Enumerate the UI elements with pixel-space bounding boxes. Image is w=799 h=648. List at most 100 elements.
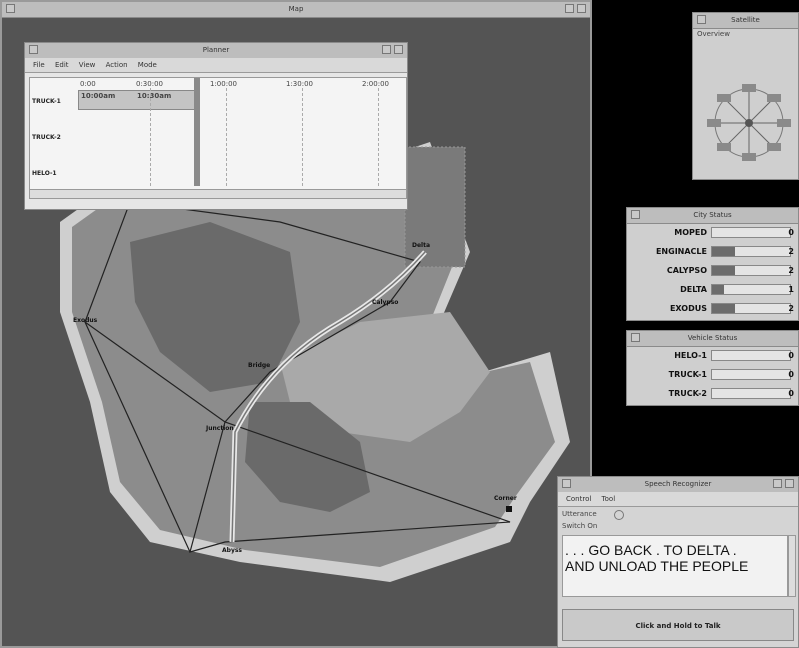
switch-label: Switch On [562, 522, 598, 530]
vehicle-status-name: TRUCK-1 [668, 370, 707, 379]
city-status-bar [711, 303, 791, 314]
city-status-row: EXODUS 2 [627, 300, 798, 318]
menu-mode[interactable]: Mode [138, 61, 157, 69]
satellite-title: Satellite [731, 16, 760, 24]
planner-maximize-button[interactable] [394, 45, 403, 54]
timeline-scrollbar[interactable] [30, 189, 406, 198]
task-block-end: 10:30am [137, 92, 172, 100]
vehicle-status-row: TRUCK-2 0 [627, 385, 798, 403]
speech-minimize-button[interactable] [773, 479, 782, 488]
planner-menu-button[interactable] [29, 45, 38, 54]
city-status-bar-fill [712, 266, 736, 275]
time-tick-0: 0:00 [80, 80, 96, 88]
map-label-corner[interactable]: Corner [494, 495, 517, 502]
grid-line [226, 88, 228, 186]
vehicle-status-bar [711, 350, 791, 361]
vehicle-status-menu-button[interactable] [631, 333, 640, 342]
window-menu-button[interactable] [6, 4, 15, 13]
recognized-text-line1: . . . GO BACK . TO DELTA . [565, 542, 737, 558]
city-status-menu-button[interactable] [631, 210, 640, 219]
city-status-name: ENGINACLE [655, 247, 707, 256]
grid-line [302, 88, 304, 186]
grid-line [378, 88, 380, 186]
city-status-titlebar[interactable]: City Status [627, 208, 798, 224]
menu-edit[interactable]: Edit [55, 61, 69, 69]
map-label-bridge[interactable]: Bridge [248, 362, 270, 369]
speech-titlebar[interactable]: Speech Recognizer [558, 477, 798, 493]
vehicle-status-name: TRUCK-2 [668, 389, 707, 398]
menu-action[interactable]: Action [106, 61, 128, 69]
map-label-delta[interactable]: Delta [412, 242, 430, 249]
utterance-toggle[interactable] [614, 510, 624, 520]
map-window-title: Map [288, 5, 304, 13]
city-status-row: MOPED 0 [627, 224, 798, 242]
time-cursor[interactable] [194, 78, 200, 186]
vehicle-status-row: TRUCK-1 0 [627, 366, 798, 384]
vehicle-status-window[interactable]: Vehicle Status HELO-1 0 TRUCK-1 0 TRUCK-2 0 [626, 330, 799, 406]
speech-menubar: Control Tool [558, 492, 798, 507]
task-block[interactable]: 10:00am 10:30am [78, 90, 198, 110]
city-status-bar [711, 265, 791, 276]
vehicle-status-name: HELO-1 [674, 351, 707, 360]
planner-minimize-button[interactable] [382, 45, 391, 54]
satellite-menu-button[interactable] [697, 15, 706, 24]
time-tick-2: 1:00:00 [210, 80, 237, 88]
time-tick-1: 0:30:00 [136, 80, 163, 88]
menu-control[interactable]: Control [566, 495, 591, 503]
time-tick-3: 1:30:00 [286, 80, 313, 88]
hatched-area [404, 146, 466, 268]
map-label-junction[interactable]: Junction [205, 425, 234, 432]
planner-titlebar[interactable]: Planner [25, 43, 407, 59]
row-label-truck2: TRUCK-2 [32, 134, 61, 141]
city-status-name: DELTA [680, 285, 707, 294]
speech-recognizer-window[interactable]: Speech Recognizer Control Tool Utterance… [557, 476, 799, 648]
city-status-value: 2 [788, 247, 794, 256]
speech-maximize-button[interactable] [785, 479, 794, 488]
satellite-titlebar[interactable]: Satellite [693, 13, 798, 29]
vehicle-status-titlebar[interactable]: Vehicle Status [627, 331, 798, 347]
grid-line [150, 88, 152, 186]
vehicle-status-bar [711, 369, 791, 380]
city-status-bar [711, 246, 791, 257]
speech-text-scrollbar[interactable] [788, 535, 796, 597]
city-status-row: ENGINACLE 2 [627, 243, 798, 261]
vehicle-status-value: 0 [788, 389, 794, 398]
planner-menubar: File Edit View Action Mode [25, 58, 407, 73]
city-status-title: City Status [693, 211, 732, 219]
city-status-value: 2 [788, 266, 794, 275]
task-block-start: 10:00am [81, 92, 116, 100]
menu-view[interactable]: View [79, 61, 96, 69]
satellite-window[interactable]: Satellite Overview [692, 12, 799, 180]
city-status-value: 2 [788, 304, 794, 313]
planner-window[interactable]: Planner File Edit View Action Mode 0:00 … [24, 42, 408, 210]
city-status-row: DELTA 1 [627, 281, 798, 299]
satellite-network-view[interactable] [697, 43, 795, 173]
map-label-exodus[interactable]: Exodus [73, 317, 98, 324]
vehicle-status-row: HELO-1 0 [627, 347, 798, 365]
satellite-subtitle: Overview [697, 30, 730, 38]
utterance-label: Utterance [562, 510, 597, 518]
vehicle-marker[interactable] [506, 506, 512, 512]
speech-menu-button[interactable] [562, 479, 571, 488]
map-titlebar[interactable]: Map [2, 2, 590, 18]
vehicle-status-value: 0 [788, 351, 794, 360]
vehicle-status-bar [711, 388, 791, 399]
planner-title: Planner [202, 46, 230, 54]
map-label-abyss[interactable]: Abyss [222, 547, 242, 554]
row-label-helo1: HELO-1 [32, 170, 57, 177]
recognized-text-line2: AND UNLOAD THE PEOPLE [565, 558, 749, 574]
map-label-calypso[interactable]: Calypso [372, 299, 398, 306]
timeline-area[interactable]: 0:00 0:30:00 1:00:00 1:30:00 2:00:00 10:… [29, 77, 407, 199]
push-to-talk-button[interactable]: Click and Hold to Talk [562, 609, 794, 641]
city-status-name: MOPED [674, 228, 707, 237]
minimize-button[interactable] [565, 4, 574, 13]
menu-file[interactable]: File [33, 61, 45, 69]
city-status-bar-fill [712, 304, 736, 313]
city-status-window[interactable]: City Status MOPED 0 ENGINACLE 2 CALYPSO 2 DELT… [626, 207, 799, 321]
city-status-name: EXODUS [669, 304, 707, 313]
city-status-bar-fill [712, 285, 724, 294]
maximize-button[interactable] [577, 4, 586, 13]
vehicle-status-title: Vehicle Status [687, 334, 738, 342]
row-label-truck1: TRUCK-1 [32, 98, 61, 105]
menu-tool[interactable]: Tool [602, 495, 616, 503]
